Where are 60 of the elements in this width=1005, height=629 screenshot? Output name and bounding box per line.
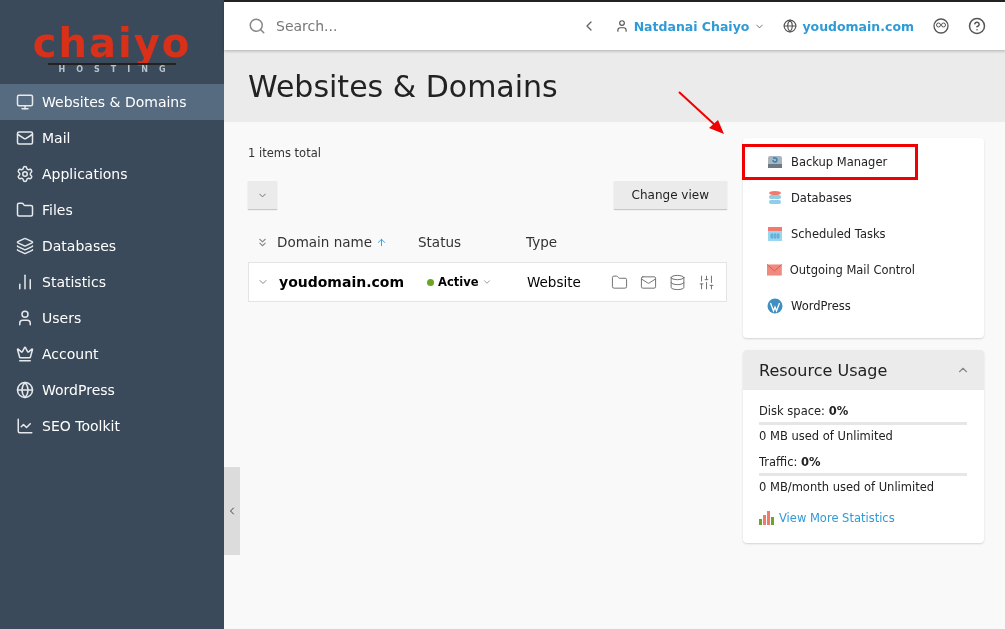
bar-chart-icon	[759, 510, 775, 525]
column-header[interactable]: Type	[526, 234, 557, 250]
sidebar-item[interactable]: Files	[0, 192, 224, 228]
column-header[interactable]: Status	[418, 234, 462, 250]
items-count: 1 items total	[248, 146, 322, 160]
user-icon	[614, 19, 629, 33]
user-icon	[16, 309, 34, 327]
quick-link[interactable]: WordPress	[742, 288, 918, 324]
sidebar-item[interactable]: Statistics	[0, 264, 224, 300]
wordpress-icon	[767, 298, 783, 314]
search-field[interactable]: Search...	[274, 17, 474, 35]
sidebar-item[interactable]: WordPress	[0, 372, 224, 408]
sliders-icon[interactable]	[698, 273, 715, 291]
annotation-arrow	[676, 90, 726, 136]
line-chart-icon	[16, 417, 34, 435]
envelope-icon[interactable]	[640, 273, 657, 291]
envelope-icon	[767, 262, 782, 278]
quick-link[interactable]: Backup Manager	[742, 144, 918, 180]
sidebar-item[interactable]: Websites & Domains	[0, 84, 224, 120]
calendar-icon	[767, 226, 783, 242]
logo-tagline: HOSTING	[47, 63, 177, 74]
globe-icon	[783, 19, 798, 33]
change-view-button[interactable]: Change view	[613, 181, 727, 209]
collapse-handle[interactable]	[224, 467, 240, 555]
envelope-icon	[16, 129, 34, 147]
sort-arrow-icon	[375, 236, 387, 248]
domain-name[interactable]: youdomain.com	[279, 274, 404, 290]
sidebar-item[interactable]: Databases	[0, 228, 224, 264]
card-title: Resource Usage	[759, 360, 888, 380]
quick-link[interactable]: Outgoing Mail Control	[742, 252, 918, 288]
sidebar-item[interactable]: Applications	[0, 156, 224, 192]
search-icon	[248, 17, 266, 35]
column-header[interactable]: Domain name	[277, 234, 372, 250]
database-icon[interactable]	[669, 273, 686, 291]
folder-icon	[16, 201, 34, 219]
quick-link[interactable]: Databases	[742, 180, 918, 216]
status-label[interactable]: Active	[438, 275, 479, 289]
sidebar-item[interactable]: Mail	[0, 120, 224, 156]
bar-chart-icon	[16, 273, 34, 291]
usage-detail: 0 MB used of Unlimited	[759, 428, 894, 445]
database-icon	[767, 190, 783, 206]
caret-icon[interactable]	[482, 277, 493, 287]
globe-icon	[16, 381, 34, 399]
crown-icon	[16, 345, 34, 363]
help-icon[interactable]	[968, 17, 986, 35]
usage-label: Disk space: 0%	[759, 403, 850, 420]
gear-icon	[16, 165, 34, 183]
status-dot	[427, 278, 434, 286]
sidebar-item[interactable]: Users	[0, 300, 224, 336]
page-title: Websites & Domains	[248, 68, 558, 104]
sidebar-item[interactable]: Account	[0, 336, 224, 372]
sidebar-item[interactable]: SEO Toolkit	[0, 408, 224, 444]
monitor-icon	[16, 93, 34, 111]
hard-drive-icon	[767, 154, 783, 170]
usage-label: Traffic: 0%	[759, 454, 822, 471]
usage-detail: 0 MB/month used of Unlimited	[759, 479, 936, 496]
folder-icon[interactable]	[611, 273, 628, 291]
quick-link[interactable]: Scheduled Tasks	[742, 216, 918, 252]
layers-icon	[16, 237, 34, 255]
type-label: Website	[527, 274, 581, 290]
